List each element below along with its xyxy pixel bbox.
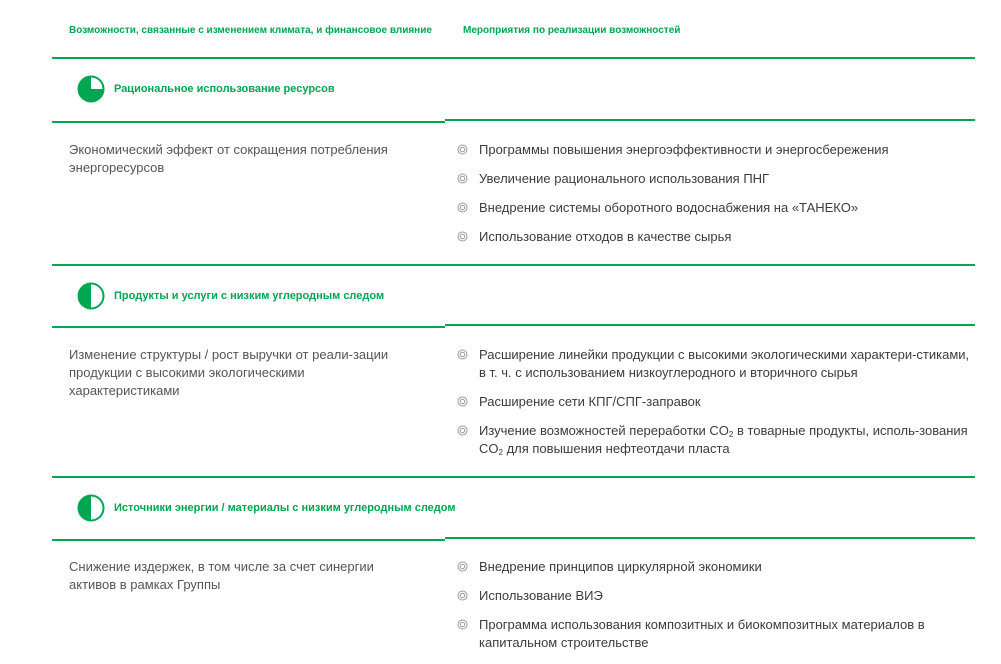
half-circle-icon [77, 494, 105, 522]
divider [445, 324, 975, 326]
section-title-label: Продукты и услуги с низким углеродным сл… [114, 290, 385, 302]
measures-list: Расширение линейки продукции с высокими … [457, 346, 977, 469]
section-title-energy: Источники энергии / материалы с низким у… [77, 494, 455, 522]
divider [52, 264, 975, 266]
divider [445, 119, 975, 121]
measures-list: Внедрение принципов циркулярной экономик… [457, 558, 977, 663]
three-quarter-circle-icon [77, 75, 105, 103]
divider [52, 121, 445, 123]
list-item: Программы повышения энергоэффективности … [457, 141, 977, 159]
list-item: Увеличение рационального использования П… [457, 170, 977, 188]
list-item: Использование ВИЭ [457, 587, 977, 605]
ring-bullet-icon [457, 349, 468, 360]
divider [52, 57, 975, 59]
list-item: Изучение возможностей переработки CO2 в … [457, 422, 977, 458]
list-item: Расширение сети КПГ/СПГ-заправок [457, 393, 977, 411]
ring-bullet-icon [457, 425, 468, 436]
ring-bullet-icon [457, 590, 468, 601]
list-item: Программа использования композитных и би… [457, 616, 977, 652]
ring-bullet-icon [457, 396, 468, 407]
divider [445, 537, 975, 539]
list-item: Внедрение системы оборотного водоснабжен… [457, 199, 977, 217]
effect-text: Снижение издержек, в том числе за счет с… [69, 559, 374, 592]
ring-bullet-icon [457, 561, 468, 572]
ring-bullet-icon [457, 144, 468, 155]
half-circle-icon [77, 282, 105, 310]
section-title-resources: Рациональное использование ресурсов [77, 75, 335, 103]
list-item: Расширение линейки продукции с высокими … [457, 346, 977, 382]
column-header-measures: Мероприятия по реализации возможностей [463, 25, 681, 36]
ring-bullet-icon [457, 202, 468, 213]
section-title-products: Продукты и услуги с низким углеродным сл… [77, 282, 384, 310]
ring-bullet-icon [457, 619, 468, 630]
section-title-label: Рациональное использование ресурсов [114, 83, 335, 95]
effect-text: Экономический эффект от сокращения потре… [69, 142, 388, 175]
column-header-opportunities: Возможности, связанные с изменением клим… [69, 25, 432, 36]
section-title-label: Источники энергии / материалы с низким у… [114, 502, 456, 514]
measures-list: Программы повышения энергоэффективности … [457, 141, 977, 257]
divider [52, 326, 445, 328]
list-item: Внедрение принципов циркулярной экономик… [457, 558, 977, 576]
ring-bullet-icon [457, 173, 468, 184]
ring-bullet-icon [457, 231, 468, 242]
divider [52, 476, 975, 478]
divider [52, 539, 445, 541]
list-item: Использование отходов в качестве сырья [457, 228, 977, 246]
effect-text: Изменение структуры / рост выручки от ре… [69, 347, 389, 398]
